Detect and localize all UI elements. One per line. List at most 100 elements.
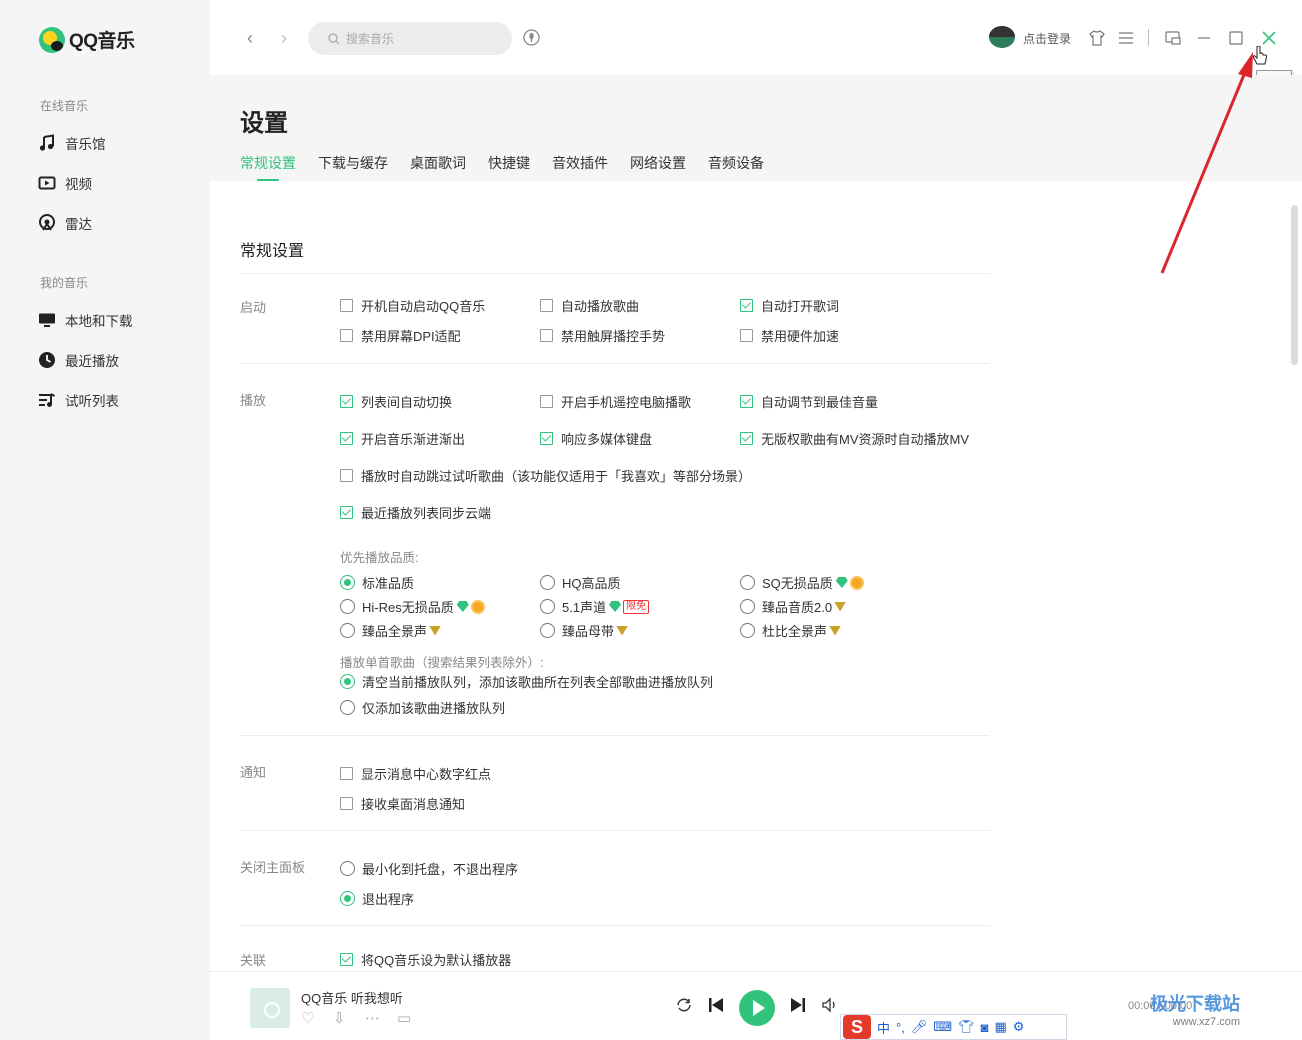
radio-selected[interactable]: [340, 575, 355, 590]
skin-icon[interactable]: 👕︎: [958, 1019, 975, 1035]
next-track-icon[interactable]: [789, 996, 807, 1014]
quality-master[interactable]: 臻品母带: [540, 621, 629, 640]
login-link[interactable]: 点击登录: [1023, 30, 1071, 47]
checkbox[interactable]: [340, 329, 353, 342]
sidebar-item-radar[interactable]: 雷达: [38, 213, 92, 233]
search-input[interactable]: 搜索音乐: [308, 22, 512, 55]
radio[interactable]: [340, 700, 355, 715]
radio[interactable]: [340, 623, 355, 638]
sidebar-item-recent[interactable]: 最近播放: [38, 350, 119, 370]
checkbox-checked[interactable]: [740, 299, 753, 312]
tab-general[interactable]: 常规设置: [240, 153, 296, 182]
like-heart-icon[interactable]: ♡: [301, 1009, 319, 1027]
option-auto-lyrics[interactable]: 自动打开歌词: [740, 296, 839, 315]
option-skip-trial[interactable]: 播放时自动跳过试听歌曲（该功能仅适用于「我喜欢」等部分场景）: [340, 466, 751, 485]
option-fade[interactable]: 开启音乐渐进渐出: [340, 429, 465, 448]
gamepad-icon[interactable]: ◙: [981, 1020, 989, 1035]
checkbox[interactable]: [340, 797, 353, 810]
previous-track-icon[interactable]: [707, 996, 725, 1014]
quality-hires[interactable]: Hi-Res无损品质: [340, 597, 485, 616]
checkbox[interactable]: [340, 469, 353, 482]
quality-sq[interactable]: SQ无损品质: [740, 573, 864, 592]
checkbox[interactable]: [340, 767, 353, 780]
radio[interactable]: [740, 575, 755, 590]
checkbox-checked[interactable]: [340, 395, 353, 408]
radio[interactable]: [540, 623, 555, 638]
toolbox-icon[interactable]: ▦: [994, 1019, 1006, 1035]
album-cover[interactable]: [250, 988, 290, 1028]
radio[interactable]: [540, 575, 555, 590]
tab-desktop-lyrics[interactable]: 桌面歌词: [410, 153, 466, 173]
radio[interactable]: [740, 623, 755, 638]
radio[interactable]: [540, 599, 555, 614]
checkbox-checked[interactable]: [740, 432, 753, 445]
tab-download-cache[interactable]: 下载与缓存: [318, 153, 388, 173]
option-list-auto-switch[interactable]: 列表间自动切换: [340, 392, 452, 411]
radio-selected[interactable]: [340, 674, 355, 689]
scrollbar-thumb[interactable]: [1291, 205, 1298, 365]
quality-premium-2[interactable]: 臻品音质2.0: [740, 597, 847, 616]
quality-51[interactable]: 5.1声道 限免: [540, 597, 650, 616]
download-icon[interactable]: ⇩: [333, 1009, 351, 1027]
menu-icon[interactable]: [1117, 29, 1135, 47]
tab-network[interactable]: 网络设置: [630, 153, 686, 173]
option-disable-touch[interactable]: 禁用触屏播控手势: [540, 326, 665, 345]
song-title[interactable]: QQ音乐 听我想听: [301, 988, 403, 1007]
radio-selected[interactable]: [340, 891, 355, 906]
close-icon[interactable]: [1260, 29, 1278, 47]
play-button[interactable]: [739, 990, 775, 1026]
radio[interactable]: [740, 599, 755, 614]
option-media-keys[interactable]: 响应多媒体键盘: [540, 429, 652, 448]
settings-icon[interactable]: ⚙: [1013, 1019, 1025, 1035]
back-arrow-icon[interactable]: ‹: [247, 28, 253, 49]
sidebar-item-music-hall[interactable]: 音乐馆: [38, 133, 106, 153]
tab-audio-plugins[interactable]: 音效插件: [552, 153, 608, 173]
microphone-icon[interactable]: 🎤︎: [911, 1019, 928, 1035]
checkbox-checked[interactable]: [340, 432, 353, 445]
loop-mode-icon[interactable]: [675, 996, 693, 1014]
app-logo[interactable]: QQ音乐: [39, 26, 135, 53]
option-disable-hw-accel[interactable]: 禁用硬件加速: [740, 326, 839, 345]
checkbox[interactable]: [540, 299, 553, 312]
radio[interactable]: [340, 861, 355, 876]
skin-shirt-icon[interactable]: [1088, 29, 1106, 47]
option-desktop-notify[interactable]: 接收桌面消息通知: [340, 794, 465, 813]
comment-icon[interactable]: ▭: [397, 1009, 415, 1027]
checkbox[interactable]: [740, 329, 753, 342]
quality-standard[interactable]: 标准品质: [340, 573, 414, 592]
quality-dolby[interactable]: 杜比全景声: [740, 621, 842, 640]
quality-premium-atmos[interactable]: 臻品全景声: [340, 621, 442, 640]
sidebar-item-trial-list[interactable]: 试听列表: [38, 390, 119, 410]
checkbox-checked[interactable]: [340, 506, 353, 519]
punctuation-icon[interactable]: °,: [896, 1020, 905, 1035]
volume-icon[interactable]: [821, 996, 839, 1014]
checkbox-checked[interactable]: [740, 395, 753, 408]
option-exit[interactable]: 退出程序: [340, 889, 414, 908]
sogou-logo-icon[interactable]: S: [843, 1015, 871, 1039]
ime-mode-chinese[interactable]: 中: [877, 1018, 890, 1037]
checkbox[interactable]: [540, 395, 553, 408]
option-phone-remote[interactable]: 开启手机遥控电脑播歌: [540, 392, 691, 411]
option-sync-recent[interactable]: 最近播放列表同步云端: [340, 503, 491, 522]
voice-search-icon[interactable]: [523, 29, 540, 46]
checkbox[interactable]: [340, 299, 353, 312]
sidebar-item-local[interactable]: 本地和下载: [38, 310, 133, 330]
tab-audio-device[interactable]: 音频设备: [708, 153, 764, 173]
option-disable-dpi[interactable]: 禁用屏幕DPI适配: [340, 326, 461, 345]
option-auto-mv[interactable]: 无版权歌曲有MV资源时自动播放MV: [740, 429, 969, 448]
single-add-only[interactable]: 仅添加该歌曲进播放队列: [340, 698, 505, 717]
radio[interactable]: [340, 599, 355, 614]
tab-shortcuts[interactable]: 快捷键: [488, 153, 530, 173]
option-autoplay[interactable]: 自动播放歌曲: [540, 296, 639, 315]
quality-hq[interactable]: HQ高品质: [540, 573, 621, 592]
option-auto-volume[interactable]: 自动调节到最佳音量: [740, 392, 878, 411]
sidebar-item-video[interactable]: 视频: [38, 173, 92, 193]
single-replace-queue[interactable]: 清空当前播放队列，添加该歌曲所在列表全部歌曲进播放队列: [340, 672, 713, 691]
checkbox[interactable]: [540, 329, 553, 342]
option-red-dot[interactable]: 显示消息中心数字红点: [340, 764, 491, 783]
keyboard-icon[interactable]: ⌨: [933, 1019, 952, 1035]
forward-arrow-icon[interactable]: ›: [281, 28, 287, 49]
option-autostart[interactable]: 开机自动启动QQ音乐: [340, 296, 485, 315]
avatar[interactable]: [989, 26, 1015, 48]
more-icon[interactable]: ⋯: [365, 1009, 383, 1027]
